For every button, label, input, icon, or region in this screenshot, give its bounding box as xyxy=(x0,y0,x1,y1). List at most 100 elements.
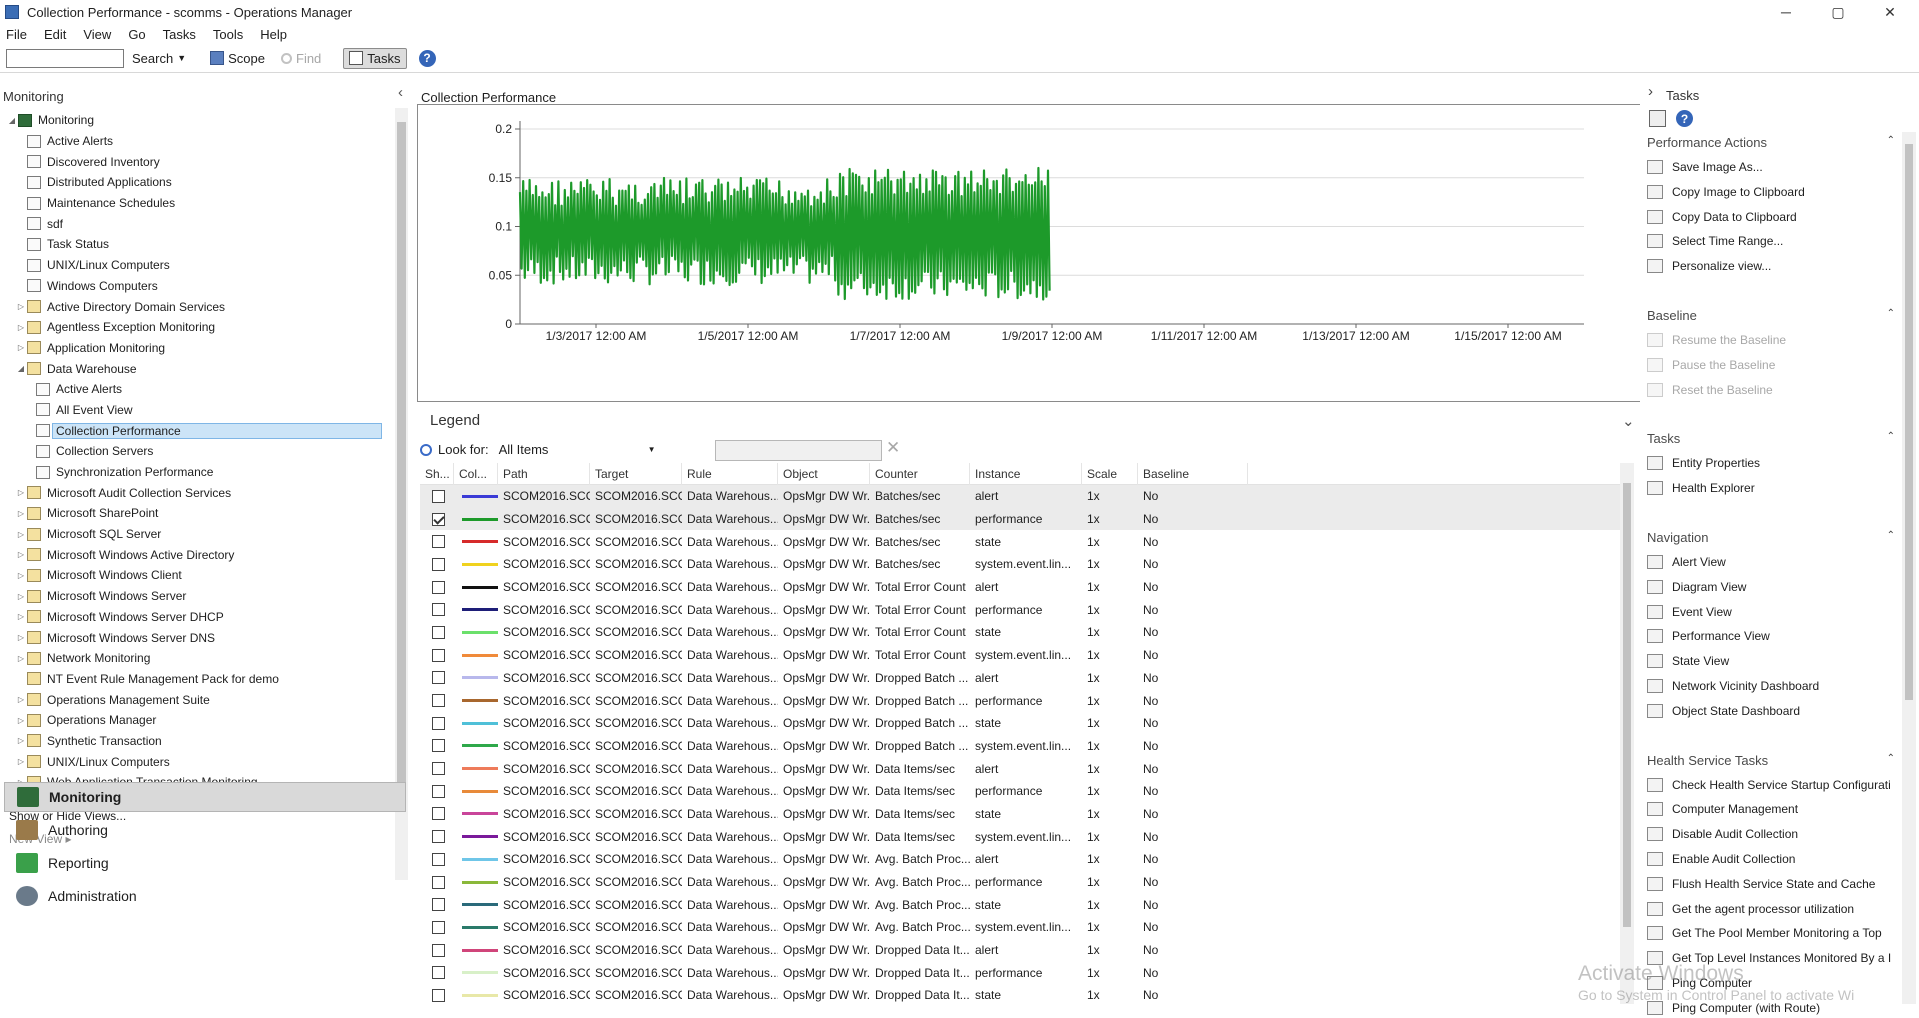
task-action[interactable]: Select Time Range... xyxy=(1647,231,1909,251)
look-for-select[interactable]: All Items ▼ xyxy=(495,440,660,459)
legend-collapse-icon[interactable]: ⌄ xyxy=(1622,412,1635,430)
legend-row[interactable]: SCOM2016.SCO... SCOM2016.SCO... Data Wareh… xyxy=(420,689,1620,712)
menu-tools[interactable]: Tools xyxy=(213,27,243,42)
show-checkbox[interactable] xyxy=(432,512,445,526)
tree-item[interactable]: sdf xyxy=(0,213,395,234)
tasks-help-icon[interactable]: ? xyxy=(1676,110,1693,127)
section-health-service-tasks[interactable]: Health Service Tasks ⌃ xyxy=(1647,753,1915,768)
tree-item[interactable]: ▷ Operations Management Suite xyxy=(0,689,395,710)
expand-icon[interactable]: ▷ xyxy=(15,530,27,539)
tree-item[interactable]: ▷ Microsoft Audit Collection Services xyxy=(0,482,395,503)
tree-item[interactable]: UNIX/Linux Computers xyxy=(0,255,395,276)
legend-row[interactable]: SCOM2016.SCO... SCOM2016.SCO... Data Wareh… xyxy=(420,644,1620,667)
find-button[interactable]: Find xyxy=(281,51,321,66)
tree-item[interactable]: Collection Performance xyxy=(0,420,395,441)
expand-icon[interactable]: ▷ xyxy=(15,736,27,745)
task-action[interactable]: Pause the Baseline xyxy=(1647,355,1909,375)
tree-item[interactable]: Active Alerts xyxy=(0,131,395,152)
task-action[interactable]: Get the agent processor utilization xyxy=(1647,899,1909,919)
task-action[interactable]: Reset the Baseline xyxy=(1647,380,1909,400)
tasks-toggle-button[interactable]: Tasks xyxy=(343,47,407,69)
expand-icon[interactable]: ▷ xyxy=(15,343,27,352)
show-checkbox[interactable] xyxy=(432,557,445,571)
task-action[interactable]: Object State Dashboard xyxy=(1647,701,1909,721)
show-checkbox[interactable] xyxy=(432,966,445,980)
legend-row[interactable]: SCOM2016.SCO... SCOM2016.SCO... Data Wareh… xyxy=(420,485,1620,508)
section-performance-actions[interactable]: Performance Actions ⌃ xyxy=(1647,135,1915,150)
expand-icon[interactable]: ▷ xyxy=(15,695,27,704)
tree-item[interactable]: ▷ Microsoft Windows Active Directory xyxy=(0,544,395,565)
show-checkbox[interactable] xyxy=(432,898,445,912)
section-navigation[interactable]: Navigation ⌃ xyxy=(1647,530,1915,545)
show-checkbox[interactable] xyxy=(432,671,445,685)
search-button[interactable]: Search ▼ xyxy=(132,51,186,66)
legend-row[interactable]: SCOM2016.SCO... SCOM2016.SCO... Data Wareh… xyxy=(420,893,1620,916)
wunderbar-reporting[interactable]: Reporting xyxy=(4,848,406,878)
legend-row[interactable]: SCOM2016.SCO... SCOM2016.SCO... Data Wareh… xyxy=(420,871,1620,894)
expand-icon[interactable]: ▷ xyxy=(15,612,27,621)
column-header[interactable]: Object xyxy=(778,463,870,485)
tree-item[interactable]: NT Event Rule Management Pack for demo xyxy=(0,669,395,690)
legend-row[interactable]: SCOM2016.SCO... SCOM2016.SCO... Data Wareh… xyxy=(420,939,1620,962)
show-checkbox[interactable] xyxy=(432,535,445,549)
task-action[interactable]: Health Explorer xyxy=(1647,478,1909,498)
legend-row[interactable]: SCOM2016.SCO... SCOM2016.SCO... Data Wareh… xyxy=(420,667,1620,690)
legend-row[interactable]: SCOM2016.SCO... SCOM2016.SCO... Data Wareh… xyxy=(420,598,1620,621)
minimize-button[interactable]: ─ xyxy=(1763,0,1809,24)
legend-scrollbar-thumb[interactable] xyxy=(1623,483,1631,927)
column-header[interactable]: Sh... xyxy=(420,463,454,485)
show-checkbox[interactable] xyxy=(432,603,445,617)
tree-item[interactable]: Discovered Inventory xyxy=(0,151,395,172)
help-button[interactable]: ? xyxy=(418,49,436,67)
legend-row[interactable]: SCOM2016.SCO... SCOM2016.SCO... Data Wareh… xyxy=(420,961,1620,984)
show-checkbox[interactable] xyxy=(432,625,445,639)
task-action[interactable]: Performance View xyxy=(1647,626,1909,646)
expanded-icon[interactable]: ◢ xyxy=(6,116,18,125)
column-header[interactable]: Instance xyxy=(970,463,1082,485)
column-header[interactable]: Col... xyxy=(454,463,498,485)
tree-item[interactable]: ▷ Microsoft Windows Server DHCP xyxy=(0,607,395,628)
tree-item[interactable]: Distributed Applications xyxy=(0,172,395,193)
tree-item[interactable]: ▷ Application Monitoring xyxy=(0,338,395,359)
legend-row[interactable]: SCOM2016.SCO... SCOM2016.SCO... Data Wareh… xyxy=(420,576,1620,599)
tree-item[interactable]: Collection Servers xyxy=(0,441,395,462)
legend-row[interactable]: SCOM2016.SCO... SCOM2016.SCO... Data Wareh… xyxy=(420,507,1620,531)
tree-item[interactable]: ▷ Microsoft SQL Server xyxy=(0,524,395,545)
maximize-button[interactable]: ▢ xyxy=(1815,0,1861,24)
tree-item[interactable]: Task Status xyxy=(0,234,395,255)
tree-item[interactable]: Synchronization Performance xyxy=(0,462,395,483)
wunderbar-monitoring[interactable]: Monitoring xyxy=(4,782,406,812)
tree-item[interactable]: Windows Computers xyxy=(0,276,395,297)
show-checkbox[interactable] xyxy=(432,762,445,776)
legend-row[interactable]: SCOM2016.SCO... SCOM2016.SCO... Data Wareh… xyxy=(420,553,1620,576)
section-tasks[interactable]: Tasks ⌃ xyxy=(1647,431,1915,446)
show-checkbox[interactable] xyxy=(432,807,445,821)
close-button[interactable]: ✕ xyxy=(1867,0,1913,24)
tree-item[interactable]: ▷ Microsoft Windows Client xyxy=(0,565,395,586)
legend-row[interactable]: SCOM2016.SCO... SCOM2016.SCO... Data Wareh… xyxy=(420,848,1620,871)
task-list-icon[interactable] xyxy=(1649,110,1666,127)
wunderbar-administration[interactable]: Administration xyxy=(4,881,406,911)
legend-row[interactable]: SCOM2016.SCO... SCOM2016.SCO... Data Wareh… xyxy=(420,780,1620,803)
task-action[interactable]: Event View xyxy=(1647,602,1909,622)
tree-item[interactable]: ◢ Data Warehouse xyxy=(0,358,395,379)
show-checkbox[interactable] xyxy=(432,739,445,753)
expand-icon[interactable]: ▷ xyxy=(15,550,27,559)
column-header[interactable]: Baseline xyxy=(1138,463,1248,485)
task-action[interactable]: Entity Properties xyxy=(1647,453,1909,473)
expand-icon[interactable]: ▷ xyxy=(15,757,27,766)
collapse-section-icon[interactable]: ⌃ xyxy=(1887,135,1895,146)
expand-icon[interactable]: ▷ xyxy=(15,716,27,725)
expand-icon[interactable]: ▷ xyxy=(15,592,27,601)
tree-item[interactable]: ▷ Agentless Exception Monitoring xyxy=(0,317,395,338)
task-action[interactable]: Get The Pool Member Monitoring a Top xyxy=(1647,923,1909,943)
tree-item[interactable]: ▷ Microsoft Windows Server xyxy=(0,586,395,607)
legend-row[interactable]: SCOM2016.SCO... SCOM2016.SCO... Data Wareh… xyxy=(420,916,1620,939)
show-checkbox[interactable] xyxy=(432,988,445,1002)
show-checkbox[interactable] xyxy=(432,852,445,866)
clear-find-icon[interactable]: ✕ xyxy=(886,438,900,458)
collapse-section-icon[interactable]: ⌃ xyxy=(1887,753,1895,764)
menu-view[interactable]: View xyxy=(83,27,111,42)
task-action[interactable]: Check Health Service Startup Configurati xyxy=(1647,775,1909,795)
tree-item[interactable]: All Event View xyxy=(0,400,395,421)
